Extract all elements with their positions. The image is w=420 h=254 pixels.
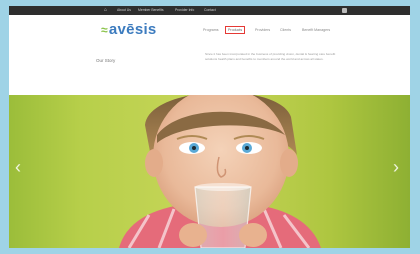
nav-clients[interactable]: Clients — [280, 28, 291, 32]
hero-photo-child-drinking — [119, 95, 321, 248]
section-description: Since it has been incorporated in the bu… — [205, 52, 336, 62]
carousel-indicators — [201, 238, 225, 248]
topbar-link-member-benefits[interactable]: Member Benefits — [138, 6, 164, 15]
section-title: Our Story — [96, 58, 116, 63]
site-header: ≈avēsis Programs Products Providers Clie… — [9, 15, 410, 95]
carousel-next-button[interactable]: › — [393, 157, 399, 178]
topbar-link-contact[interactable]: Contact — [204, 6, 216, 15]
hero-carousel: ‹ › — [9, 95, 410, 248]
browser-page: ⌂ About Us Member Benefits Provider Info… — [9, 6, 410, 248]
carousel-prev-button[interactable]: ‹ — [15, 157, 21, 178]
nav-programs[interactable]: Programs — [203, 28, 219, 32]
nav-products[interactable]: Products — [225, 26, 246, 34]
utility-bar: ⌂ About Us Member Benefits Provider Info… — [9, 6, 410, 15]
logo-text: avēsis — [108, 21, 157, 38]
site-logo[interactable]: ≈avēsis — [101, 21, 157, 38]
leaf-icon: ≈ — [101, 23, 108, 37]
topbar-link-provider-info[interactable]: Provider Info — [175, 6, 194, 15]
nav-benefit-managers[interactable]: Benefit Managers — [302, 28, 330, 32]
nav-providers[interactable]: Providers — [255, 28, 270, 32]
user-icon[interactable] — [342, 8, 347, 13]
topbar-link-about[interactable]: About Us — [117, 6, 131, 15]
home-icon[interactable]: ⌂ — [104, 6, 107, 15]
